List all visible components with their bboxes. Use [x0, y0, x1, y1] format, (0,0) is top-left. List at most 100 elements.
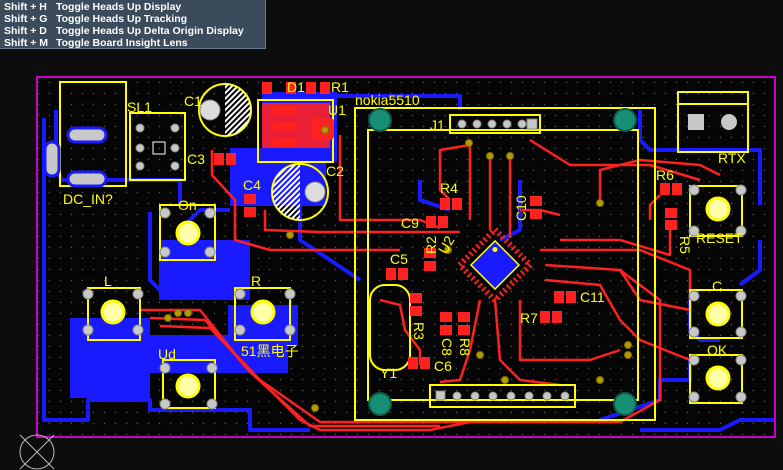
r7-pad — [552, 311, 562, 323]
label-u1: U1 — [328, 102, 346, 118]
c4-pad — [244, 207, 256, 217]
pad — [272, 138, 298, 147]
pad — [542, 391, 552, 401]
c2-pad — [304, 181, 326, 203]
r5-pad — [665, 208, 677, 218]
r3-pad — [410, 306, 422, 316]
pad — [560, 391, 570, 401]
label-dc-in: DC_IN? — [63, 191, 113, 207]
label-rtx: RTX — [718, 150, 746, 166]
label-l: L — [104, 273, 112, 289]
r4-pad — [452, 198, 462, 210]
c11-pad — [554, 291, 564, 303]
label-r4: R4 — [440, 180, 458, 196]
label-brand: 51黑电子 — [241, 343, 299, 359]
mounting-hole — [368, 392, 392, 416]
pad — [170, 123, 180, 133]
label-ud: Ud — [158, 346, 176, 362]
pad — [470, 391, 480, 401]
dc-jack-pad — [66, 170, 108, 188]
pad — [502, 119, 512, 129]
label-sl1: SL1 — [127, 99, 152, 115]
pad — [135, 161, 145, 171]
label-reset: RESET — [696, 230, 743, 246]
label-on: On — [178, 197, 197, 213]
c3-pad — [226, 153, 236, 165]
c8-pad — [440, 312, 452, 322]
pcb-canvas[interactable]: SL1 C1 D1 R1 U1 C3 C2 C4 DC_IN? nokia551… — [0, 0, 783, 470]
pad — [272, 106, 298, 115]
r4-pad — [440, 198, 450, 210]
label-c4: C4 — [243, 177, 261, 193]
label-r8: R8 — [457, 338, 473, 356]
pad — [517, 119, 527, 129]
label-c8: C8 — [439, 338, 455, 356]
pad — [452, 391, 462, 401]
r7-pad — [540, 311, 550, 323]
label-d1: D1 — [287, 79, 305, 95]
pad — [472, 119, 482, 129]
label-j1: J1 — [430, 117, 445, 133]
label-y1: Y1 — [380, 365, 397, 381]
mounting-hole — [613, 392, 637, 416]
dc-jack-pad — [43, 140, 61, 178]
r3-pad — [410, 293, 422, 303]
c1-pad — [199, 99, 221, 121]
pad — [435, 390, 446, 401]
pad — [135, 143, 145, 153]
c6-pad — [408, 357, 418, 369]
c5-pad — [386, 268, 396, 280]
label-r7: R7 — [520, 310, 538, 326]
c10-pad — [530, 209, 542, 219]
pad — [488, 391, 498, 401]
mounting-hole — [368, 108, 392, 132]
rtx-pad — [688, 114, 704, 130]
c4-pad — [244, 194, 256, 204]
label-c11: C11 — [580, 289, 605, 305]
label-c2: C2 — [326, 163, 344, 179]
r8-pad — [458, 312, 470, 322]
pad — [272, 122, 298, 131]
c3-pad — [214, 153, 224, 165]
r5-pad — [665, 220, 677, 230]
label-c9: C9 — [401, 215, 419, 231]
label-c1: C1 — [184, 93, 202, 109]
c6-pad — [420, 357, 430, 369]
label-r1: R1 — [331, 79, 349, 95]
label-c: C — [712, 278, 722, 294]
pad — [526, 118, 538, 130]
d1-pad — [262, 82, 272, 94]
label-c3: C3 — [187, 151, 205, 167]
r6-pad — [672, 183, 682, 195]
label-r5: R5 — [677, 236, 693, 254]
label-r3: R3 — [411, 322, 427, 340]
r2-pad — [424, 261, 436, 271]
pad — [457, 119, 467, 129]
mounting-hole — [613, 108, 637, 132]
rtx-pad — [721, 114, 737, 130]
pad — [524, 391, 534, 401]
pad — [135, 123, 145, 133]
origin-marker — [19, 434, 55, 470]
c9-pad — [438, 216, 448, 228]
pad — [506, 391, 516, 401]
label-lcd: nokia5510 — [355, 92, 420, 108]
dc-jack-pad — [66, 126, 108, 144]
pad — [170, 143, 180, 153]
label-r6: R6 — [656, 167, 674, 183]
label-ok: OK — [707, 342, 728, 358]
c5-pad — [398, 268, 408, 280]
c9-pad — [426, 216, 436, 228]
label-r: R — [251, 273, 261, 289]
c11-pad — [566, 291, 576, 303]
label-c6: C6 — [434, 358, 452, 374]
r6-pad — [660, 183, 670, 195]
c10-pad — [530, 196, 542, 206]
label-c10: C10 — [513, 195, 529, 221]
r1-pad — [306, 82, 316, 94]
label-c5: C5 — [390, 251, 408, 267]
r1-pad — [320, 82, 330, 94]
r8-pad — [458, 325, 470, 335]
pad — [170, 161, 180, 171]
pad — [487, 119, 497, 129]
